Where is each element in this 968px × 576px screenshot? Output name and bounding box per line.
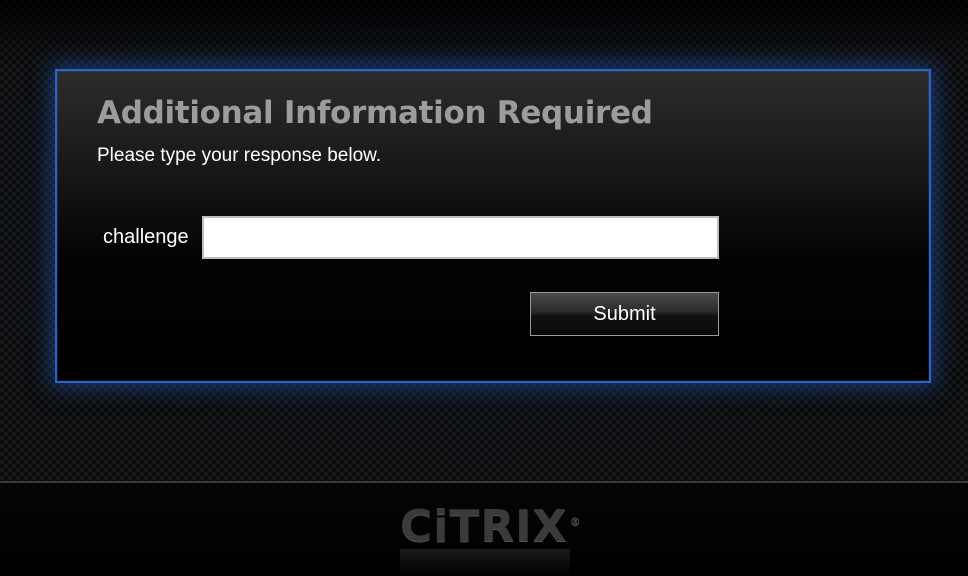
challenge-label: challenge	[103, 226, 189, 248]
citrix-logo: CiTRIX ®	[400, 501, 582, 552]
submit-button[interactable]: Submit	[530, 292, 719, 336]
dialog-title: Additional Information Required	[97, 95, 653, 131]
challenge-input[interactable]	[202, 216, 719, 259]
citrix-logo-text: CiTRIX	[400, 501, 568, 552]
footer: CiTRIX ®	[0, 481, 968, 576]
additional-info-dialog: Additional Information Required Please t…	[55, 69, 931, 383]
dialog-subtitle: Please type your response below.	[97, 145, 382, 166]
registered-mark: ®	[569, 515, 582, 529]
logo-reflection	[400, 549, 570, 576]
top-shade	[0, 0, 968, 60]
